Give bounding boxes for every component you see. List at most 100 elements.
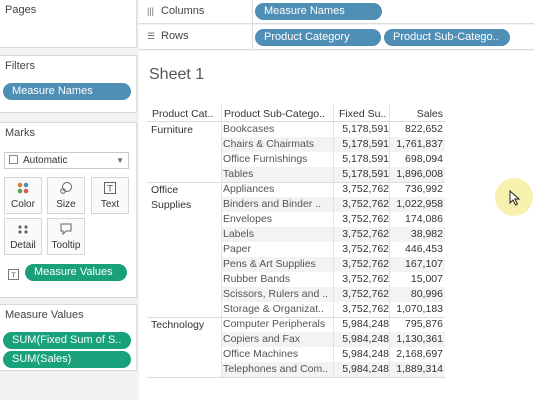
fixed-sum-cell[interactable]: 5,984,248 (334, 348, 389, 360)
sales-cell[interactable]: 38,982 (390, 228, 443, 240)
sub-category-cell[interactable]: Pens & Art Supplies (223, 258, 333, 270)
table-row[interactable]: Office Furnishings 5,178,591 698,094 (147, 152, 445, 167)
sub-category-cell[interactable]: Storage & Organizat.. (223, 303, 333, 315)
measure-values-card: Measure Values SUM(Fixed Sum of S.. SUM(… (0, 304, 137, 371)
detail-button[interactable]: Detail (4, 218, 42, 255)
sales-cell[interactable]: 736,992 (390, 183, 443, 195)
fixed-sum-cell[interactable]: 3,752,762 (334, 228, 389, 240)
sales-cell[interactable]: 1,022,958 (390, 198, 443, 210)
table-row[interactable]: Paper 3,752,762 446,453 (147, 242, 445, 257)
fixed-sum-cell[interactable]: 5,178,591 (334, 123, 389, 135)
sales-cell[interactable]: 1,761,837 (390, 138, 443, 150)
sales-cell[interactable]: 174,086 (390, 213, 443, 225)
sub-category-cell[interactable]: Paper (223, 243, 333, 255)
fixed-sum-cell[interactable]: 3,752,762 (334, 213, 389, 225)
sales-cell[interactable]: 167,107 (390, 258, 443, 270)
fixed-sum-cell[interactable]: 3,752,762 (334, 288, 389, 300)
pages-card: Pages (0, 0, 137, 48)
table-row[interactable]: Labels 3,752,762 38,982 (147, 227, 445, 242)
sub-category-cell[interactable]: Bookcases (223, 123, 333, 135)
marks-text-pill[interactable]: Measure Values (25, 264, 127, 281)
fixed-sum-cell[interactable]: 5,178,591 (334, 153, 389, 165)
rows-pill-product-category[interactable]: Product Category (255, 29, 381, 46)
text-button[interactable]: T Text (91, 177, 129, 214)
rows-label-text: Rows (161, 30, 189, 42)
fixed-sum-cell[interactable]: 3,752,762 (334, 273, 389, 285)
table-row[interactable]: Rubber Bands 3,752,762 15,007 (147, 272, 445, 287)
table-row[interactable]: Pens & Art Supplies 3,752,762 167,107 (147, 257, 445, 272)
header-product-category[interactable]: Product Cat.. (152, 108, 220, 120)
table-row[interactable]: Bookcases 5,178,591 822,652 (147, 122, 445, 137)
fixed-sum-cell[interactable]: 5,984,248 (334, 363, 389, 375)
sales-cell[interactable]: 698,094 (390, 153, 443, 165)
table-row[interactable]: Binders and Binder .. 3,752,762 1,022,958 (147, 197, 445, 212)
sub-category-cell[interactable]: Office Machines (223, 348, 333, 360)
sales-cell[interactable]: 446,453 (390, 243, 443, 255)
fixed-sum-cell[interactable]: 3,752,762 (334, 183, 389, 195)
sales-cell[interactable]: 80,996 (390, 288, 443, 300)
fixed-sum-cell[interactable]: 5,984,248 (334, 318, 389, 330)
filter-pill-measure-names[interactable]: Measure Names (3, 83, 131, 100)
sales-cell[interactable]: 1,896,008 (390, 168, 443, 180)
header-product-sub-category[interactable]: Product Sub-Catego.. (224, 108, 332, 120)
table-row[interactable]: Chairs & Chairmats 5,178,591 1,761,837 (147, 137, 445, 152)
sub-category-cell[interactable]: Appliances (223, 183, 333, 195)
fixed-sum-cell[interactable]: 5,178,591 (334, 168, 389, 180)
table-row[interactable]: Appliances 3,752,762 736,992 (147, 182, 445, 197)
sales-cell[interactable]: 2,168,697 (390, 348, 443, 360)
table-row[interactable]: Copiers and Fax 5,984,248 1,130,361 (147, 332, 445, 347)
sales-cell[interactable]: 1,889,314 (390, 363, 443, 375)
size-icon (48, 181, 84, 199)
mark-type-dropdown[interactable]: Automatic ▼ (4, 152, 129, 169)
measure-pill-fixed-sum[interactable]: SUM(Fixed Sum of S.. (3, 332, 131, 349)
sub-category-cell[interactable]: Chairs & Chairmats (223, 138, 333, 150)
sales-cell[interactable]: 795,876 (390, 318, 443, 330)
column-divider (221, 104, 222, 377)
sales-cell[interactable]: 822,652 (390, 123, 443, 135)
sub-category-cell[interactable]: Scissors, Rulers and .. (223, 288, 333, 300)
sub-category-cell[interactable]: Telephones and Com.. (223, 363, 333, 375)
filters-card[interactable]: Filters Measure Names (0, 55, 137, 113)
sub-category-cell[interactable]: Rubber Bands (223, 273, 333, 285)
table-row[interactable]: Computer Peripherals 5,984,248 795,876 (147, 317, 445, 332)
tooltip-button[interactable]: Tooltip (47, 218, 85, 255)
fixed-sum-cell[interactable]: 3,752,762 (334, 258, 389, 270)
sales-cell[interactable]: 1,130,361 (390, 333, 443, 345)
table-row[interactable]: Telephones and Com.. 5,984,248 1,889,314 (147, 362, 445, 377)
rows-icon: ☰ (147, 31, 156, 41)
table-row[interactable]: Envelopes 3,752,762 174,086 (147, 212, 445, 227)
sales-cell[interactable]: 15,007 (390, 273, 443, 285)
svg-text:T: T (10, 272, 16, 280)
columns-pill-measure-names[interactable]: Measure Names (255, 3, 382, 20)
table-row[interactable]: Scissors, Rulers and .. 3,752,762 80,996 (147, 287, 445, 302)
measure-pill-sales[interactable]: SUM(Sales) (3, 351, 131, 368)
columns-shelf[interactable]: ||| Columns Measure Names (139, 0, 534, 24)
sales-cell[interactable]: 1,070,183 (390, 303, 443, 315)
rows-shelf[interactable]: ☰ Rows Product Category Product Sub-Categ… (139, 25, 534, 50)
sub-category-cell[interactable]: Office Furnishings (223, 153, 333, 165)
color-button[interactable]: Color (4, 177, 42, 214)
fixed-sum-cell[interactable]: 3,752,762 (334, 198, 389, 210)
sub-category-cell[interactable]: Labels (223, 228, 333, 240)
chevron-down-icon: ▼ (116, 156, 124, 165)
fixed-sum-cell[interactable]: 5,984,248 (334, 333, 389, 345)
sub-category-cell[interactable]: Binders and Binder .. (223, 198, 333, 210)
sub-category-cell[interactable]: Copiers and Fax (223, 333, 333, 345)
table-row[interactable]: Tables 5,178,591 1,896,008 (147, 167, 445, 182)
size-button[interactable]: Size (47, 177, 85, 214)
fixed-sum-cell[interactable]: 5,178,591 (334, 138, 389, 150)
size-label: Size (56, 199, 76, 210)
table-row[interactable]: Office Machines 5,984,248 2,168,697 (147, 347, 445, 362)
sub-category-cell[interactable]: Computer Peripherals (223, 318, 333, 330)
sub-category-cell[interactable]: Tables (223, 168, 333, 180)
table-row[interactable]: Storage & Organizat.. 3,752,762 1,070,183 (147, 302, 445, 317)
sub-category-cell[interactable]: Envelopes (223, 213, 333, 225)
rows-pill-product-sub-category[interactable]: Product Sub-Catego.. (384, 29, 510, 46)
mark-type-value: Automatic (23, 155, 68, 166)
color-dots-icon (5, 181, 41, 199)
fixed-sum-cell[interactable]: 3,752,762 (334, 243, 389, 255)
header-sales[interactable]: Sales (397, 108, 443, 120)
header-fixed-sum[interactable]: Fixed Su.. (339, 108, 389, 120)
fixed-sum-cell[interactable]: 3,752,762 (334, 303, 389, 315)
color-label: Color (11, 199, 35, 210)
